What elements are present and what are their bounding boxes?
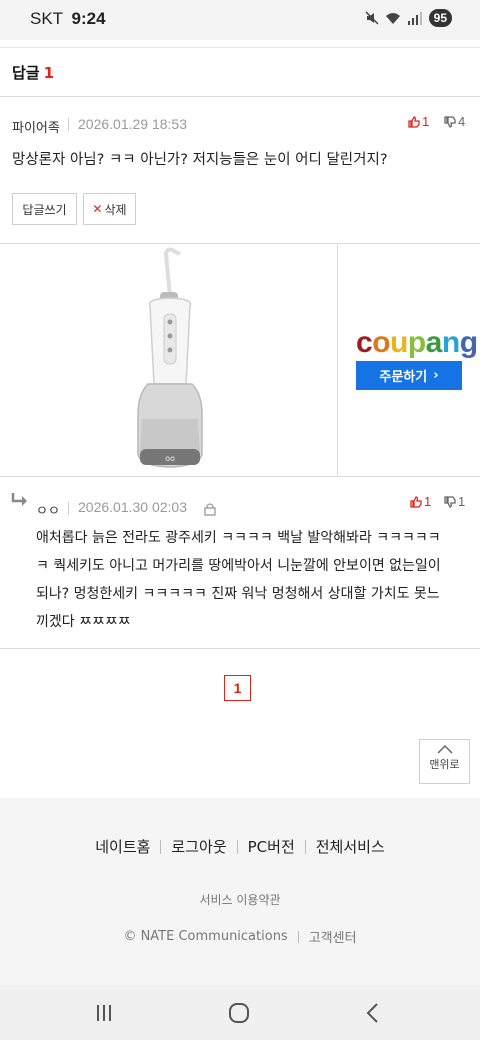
- footer-separator: [160, 839, 162, 854]
- reply-text-line: 되나? 멍청한세키 ㅋㅋㅋㅋㅋ 진짜 워낙 멍청해서 상대할 가치도 못느: [36, 586, 440, 602]
- delete-label: 삭제: [104, 202, 127, 217]
- back-to-top-button[interactable]: 맨위로: [419, 739, 470, 784]
- footer-copyright-row: © NATE Communications 고객센터: [0, 927, 480, 946]
- footer-separator: [236, 839, 238, 854]
- order-label: 주문하기: [379, 370, 428, 385]
- carrier-label: SKT: [30, 9, 63, 28]
- footer: 네이트홈 로그아웃 PC버전 전체서비스 서비스 이용약관 © NATE Com…: [0, 798, 480, 985]
- footer-link-pc[interactable]: PC버전: [248, 836, 295, 857]
- reply-text: 애처롭다 늙은 전라도 광주세키 ㅋㅋㅋㅋ 백날 발악해봐라 ㅋㅋㅋㅋㅋ ㅋ 쿽…: [36, 524, 441, 636]
- ad-banner[interactable]: oo coupang 주문하기 ›: [0, 243, 480, 477]
- upvote-count: 1: [422, 114, 430, 129]
- product-image[interactable]: oo: [0, 244, 338, 476]
- footer-link-all-services[interactable]: 전체서비스: [316, 836, 385, 857]
- comment-text: 망상론자 아님? ㅋㅋ 아닌가? 저지능들은 눈이 어디 달린거지?: [12, 152, 388, 168]
- status-right: 95: [365, 9, 452, 27]
- order-button[interactable]: 주문하기 ›: [356, 361, 462, 390]
- comment-date: 2026.01.29 18:53: [78, 116, 187, 132]
- copyright-text: © NATE Communications: [123, 929, 288, 944]
- upvote-button[interactable]: 1: [408, 114, 429, 129]
- battery-indicator: 95: [428, 9, 452, 27]
- meta-separator: [68, 118, 69, 131]
- wifi-icon: [385, 13, 400, 24]
- pagination-divider: [0, 648, 480, 649]
- top-divider: [0, 40, 480, 48]
- replies-header: 답글 1: [12, 62, 54, 83]
- reply-upvote-count: 1: [424, 494, 432, 509]
- recent-apps-icon[interactable]: [89, 1001, 119, 1025]
- support-link[interactable]: 고객센터: [309, 927, 357, 946]
- reply-downvote-button[interactable]: 1: [444, 494, 465, 509]
- footer-link-logout[interactable]: 로그아웃: [171, 836, 226, 857]
- chevron-right-icon: ›: [433, 368, 439, 383]
- status-bar: SKT 9:24 95: [0, 0, 480, 40]
- comment-author[interactable]: 파이어족: [12, 117, 60, 136]
- thumbs-up-icon: [410, 495, 422, 508]
- reply-date: 2026.01.30 02:03: [78, 499, 187, 515]
- header-divider: [0, 96, 480, 97]
- thumbs-down-icon: [444, 495, 456, 508]
- downvote-count: 4: [458, 114, 466, 129]
- thumbs-down-icon: [444, 115, 456, 128]
- reply-downvote-count: 1: [458, 494, 466, 509]
- reply-text-line: ㅋ 쿽세키도 아니고 머가리를 땅에박아서 니눈깔에 안보이면 없는일이: [36, 558, 441, 574]
- close-icon: ✕: [92, 202, 103, 216]
- meta-separator: [68, 502, 69, 515]
- back-icon[interactable]: [358, 1001, 388, 1025]
- home-icon[interactable]: [224, 1001, 254, 1025]
- reply-upvote-button[interactable]: 1: [410, 494, 431, 509]
- chevron-up-icon: [436, 744, 453, 754]
- mute-icon: [365, 11, 379, 25]
- reply-text-line: 끼겠다 ㅉㅉㅉㅉ: [36, 614, 131, 630]
- signal-icon: [407, 12, 422, 25]
- water-flosser-illustration: oo: [137, 247, 203, 468]
- lock-icon: [204, 503, 216, 516]
- reply-write-button[interactable]: 답글쓰기: [12, 193, 77, 225]
- delete-button[interactable]: ✕ 삭제: [83, 193, 136, 225]
- terms-link[interactable]: 서비스 이용약관: [0, 891, 480, 908]
- replies-count: 1: [43, 64, 55, 82]
- coupang-logo[interactable]: coupang: [356, 326, 478, 360]
- clock: 9:24: [71, 9, 106, 28]
- replies-label: 답글: [12, 64, 40, 82]
- reply-text-line: 애처롭다 늙은 전라도 광주세키 ㅋㅋㅋㅋ 백날 발악해봐라 ㅋㅋㅋㅋㅋ: [36, 530, 441, 546]
- footer-links: 네이트홈 로그아웃 PC버전 전체서비스: [0, 836, 480, 857]
- reply-author[interactable]: ㅇㅇ: [36, 500, 60, 519]
- system-nav-bar: [0, 985, 480, 1040]
- svg-text:oo: oo: [165, 454, 175, 463]
- status-left: SKT 9:24: [30, 9, 106, 29]
- reply-write-label: 답글쓰기: [22, 202, 67, 217]
- back-to-top-label: 맨위로: [429, 758, 460, 771]
- page-1-button[interactable]: 1: [224, 675, 251, 701]
- footer-separator: [304, 839, 306, 854]
- reply-arrow-icon: [11, 493, 27, 506]
- footer-separator: [297, 930, 299, 943]
- footer-link-home[interactable]: 네이트홈: [95, 836, 150, 857]
- thumbs-up-icon: [408, 115, 420, 128]
- downvote-button[interactable]: 4: [444, 114, 465, 129]
